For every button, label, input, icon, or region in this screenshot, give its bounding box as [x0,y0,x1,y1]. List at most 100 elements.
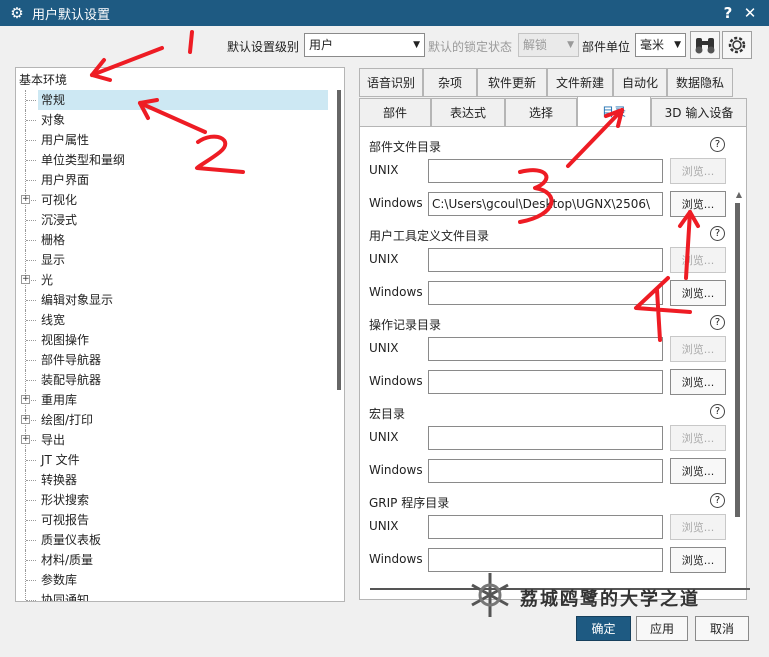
windows-directory-input[interactable] [428,548,663,572]
tab-row1[interactable]: 数据隐私 [667,68,733,97]
windows-browse-button[interactable]: 浏览... [670,547,726,573]
tree-item[interactable]: 装配导航器 [16,370,328,390]
tree-item-label: 导出 [41,433,66,447]
settings-gear-icon: ⚙ [10,4,24,22]
tab-row1[interactable]: 语音识别 [359,68,423,97]
help-icon[interactable]: ? [710,137,725,152]
lock-select[interactable]: 解锁 ▼ [518,33,579,57]
tree-item[interactable]: + 绘图/打印 [16,410,328,430]
tab-row2[interactable]: 表达式 [431,98,505,127]
tree-root-label[interactable]: 基本环境 [19,71,67,88]
help-icon[interactable]: ? [710,404,725,419]
ok-button[interactable]: 确定 [576,616,631,641]
tree-item-label: 线宽 [41,313,66,327]
unix-directory-input[interactable] [428,159,663,183]
tree-item[interactable]: JT 文件 [16,450,328,470]
tree-item-label: 沉浸式 [41,213,78,227]
chevron-down-icon: ▼ [674,40,681,50]
tree-item[interactable]: 单位类型和量纲 [16,150,328,170]
tree-item[interactable]: + 光 [16,270,328,290]
windows-browse-button[interactable]: 浏览... [670,369,726,395]
unix-browse-button[interactable]: 浏览... [670,158,726,184]
tab-row2[interactable]: 选择 [505,98,577,127]
tree-item-label: 栅格 [41,233,66,247]
tree-item[interactable]: + 可视化 [16,190,328,210]
unix-label: UNIX [369,163,399,177]
directory-content: 部件文件目录? UNIX 浏览... Windows C:\Users\gcoul\De… [359,126,747,600]
windows-directory-input[interactable] [428,370,663,394]
find-binoculars-button[interactable] [690,31,720,59]
preferences-button[interactable] [722,31,752,59]
tree-item[interactable]: 常规 [16,90,328,110]
unix-browse-button[interactable]: 浏览... [670,247,726,273]
help-icon[interactable]: ? [718,3,738,23]
tree-item[interactable]: + 重用库 [16,390,328,410]
expand-plus-icon[interactable]: + [21,395,30,404]
cancel-button[interactable]: 取消 [695,616,749,641]
windows-label: Windows [369,552,423,566]
tree-item[interactable]: 显示 [16,250,328,270]
unit-select[interactable]: 毫米 ▼ [635,33,686,57]
tab-row2[interactable]: 目录 [577,96,651,127]
unix-directory-input[interactable] [428,337,663,361]
level-select-value: 用户 [309,38,334,52]
expand-plus-icon[interactable]: + [21,195,30,204]
tree-item[interactable]: 质量仪表板 [16,530,328,550]
tree-item[interactable]: + 导出 [16,430,328,450]
apply-button[interactable]: 应用 [636,616,688,641]
tree-item[interactable]: 部件导航器 [16,350,328,370]
section-title: 操作记录目录 [369,318,442,332]
windows-browse-button[interactable]: 浏览... [670,458,726,484]
tree-item[interactable]: 用户界面 [16,170,328,190]
tree-item[interactable]: 转换器 [16,470,328,490]
tree-item[interactable]: 参数库 [16,570,328,590]
unix-browse-button[interactable]: 浏览... [670,425,726,451]
unit-label: 部件单位 [582,40,631,54]
unix-directory-input[interactable] [428,248,663,272]
section-title: 宏目录 [369,407,406,421]
content-scrollbar[interactable] [735,203,740,517]
unix-directory-input[interactable] [428,515,663,539]
windows-directory-input[interactable]: C:\Users\gcoul\Desktop\UGNX\2506\ [428,192,663,216]
scroll-up-icon[interactable]: ▲ [736,190,742,199]
expand-plus-icon[interactable]: + [21,275,30,284]
tab-row1[interactable]: 文件新建 [547,68,613,97]
tree-scrollbar[interactable] [337,90,341,390]
tree-item[interactable]: 用户属性 [16,130,328,150]
tab-row1[interactable]: 自动化 [613,68,667,97]
tree-item[interactable]: 编辑对象显示 [16,290,328,310]
tree-item[interactable]: 协同通知 [16,590,328,601]
tree-item[interactable]: 材料/质量 [16,550,328,570]
tree-item[interactable]: 对象 [16,110,328,130]
tab-row1[interactable]: 杂项 [423,68,477,97]
windows-label: Windows [369,285,423,299]
level-select[interactable]: 用户 ▼ [304,33,425,57]
tree-item-label: 用户属性 [41,133,90,147]
windows-directory-input[interactable] [428,281,663,305]
tree-item[interactable]: 线宽 [16,310,328,330]
watermark-text: 荔城鸥鹭的大学之道 [520,589,700,610]
tree-item-label: 转换器 [41,473,78,487]
tree-item[interactable]: 可视报告 [16,510,328,530]
tree-item[interactable]: 视图操作 [16,330,328,350]
expand-plus-icon[interactable]: + [21,435,30,444]
windows-directory-input[interactable] [428,459,663,483]
windows-browse-button[interactable]: 浏览... [670,191,726,217]
category-tree[interactable]: 基本环境 常规 对象用户属性单位类型和量纲 用户界面 + 可视化沉浸式栅格显示 + 光编辑对… [15,67,345,602]
tree-item[interactable]: 沉浸式 [16,210,328,230]
tree-item[interactable]: 栅格 [16,230,328,250]
tab-row2[interactable]: 部件 [359,98,431,127]
unix-browse-button[interactable]: 浏览... [670,336,726,362]
close-icon[interactable]: ✕ [740,3,760,23]
unix-browse-button[interactable]: 浏览... [670,514,726,540]
tab-row1[interactable]: 软件更新 [477,68,547,97]
expand-plus-icon[interactable]: + [21,415,30,424]
help-icon[interactable]: ? [710,315,725,330]
binoculars-icon [695,38,715,54]
tab-row2[interactable]: 3D 输入设备 [651,98,747,127]
unix-directory-input[interactable] [428,426,663,450]
windows-browse-button[interactable]: 浏览... [670,280,726,306]
tree-item[interactable]: 形状搜索 [16,490,328,510]
help-icon[interactable]: ? [710,493,725,508]
help-icon[interactable]: ? [710,226,725,241]
